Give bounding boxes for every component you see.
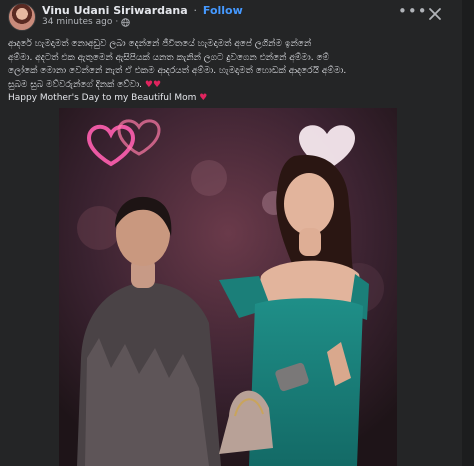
author-name[interactable]: Vinu Udani Siriwardana	[42, 4, 188, 17]
follow-button[interactable]: Follow	[203, 4, 243, 17]
post-text-line-1: ආදරේ හැමදාමත් නොඅඩුව ලබා දෙන්නේ ජීවිතයේ …	[8, 39, 312, 49]
post-text-line-2: අම්මා. අදටත් එක ඇතුමෙන් ඇසිපියක් යනත කැන…	[8, 52, 330, 63]
author-line: Vinu Udani Siriwardana · Follow	[42, 4, 243, 17]
post-header: Vinu Udani Siriwardana · Follow 34 minut…	[0, 0, 474, 32]
post-text: ආදරේ හැමදාමත් නොඅඩුව ලබා දෙන්නේ ජීවිතයේ …	[8, 38, 468, 106]
globe-icon	[121, 17, 130, 27]
heart-emoji: ♥	[199, 93, 208, 103]
separator-dot: ·	[193, 4, 198, 17]
post-text-line-3: ලෝකේ මොනා වෙන්නේ නැත් ඒ එකම ආදරයත් අම්මා…	[8, 66, 347, 76]
english-line: Happy Mother's Day to my Beautiful Mom ♥	[8, 92, 468, 106]
post-text-line-4-text: සුබම සුබ මව්වරුන්ගේ දිනක් වේවා.	[8, 79, 143, 90]
photo-illustration	[59, 108, 397, 466]
post-text-line-4: සුබම සුබ මව්වරුන්ගේ දිනක් වේවා. ♥♥	[8, 79, 468, 93]
scrollbar-track[interactable]	[462, 0, 474, 466]
close-icon[interactable]	[424, 4, 446, 24]
meta-separator: ·	[115, 17, 119, 27]
ellipsis-icon[interactable]: •••	[398, 4, 427, 24]
post-meta: 34 minutes ago ·	[42, 17, 130, 27]
heart-emoji-pair: ♥♥	[144, 79, 162, 90]
avatar[interactable]	[8, 3, 36, 31]
post-photo[interactable]	[59, 108, 397, 466]
timestamp[interactable]: 34 minutes ago	[42, 17, 112, 27]
english-line-text: Happy Mother's Day to my Beautiful Mom	[8, 93, 197, 103]
